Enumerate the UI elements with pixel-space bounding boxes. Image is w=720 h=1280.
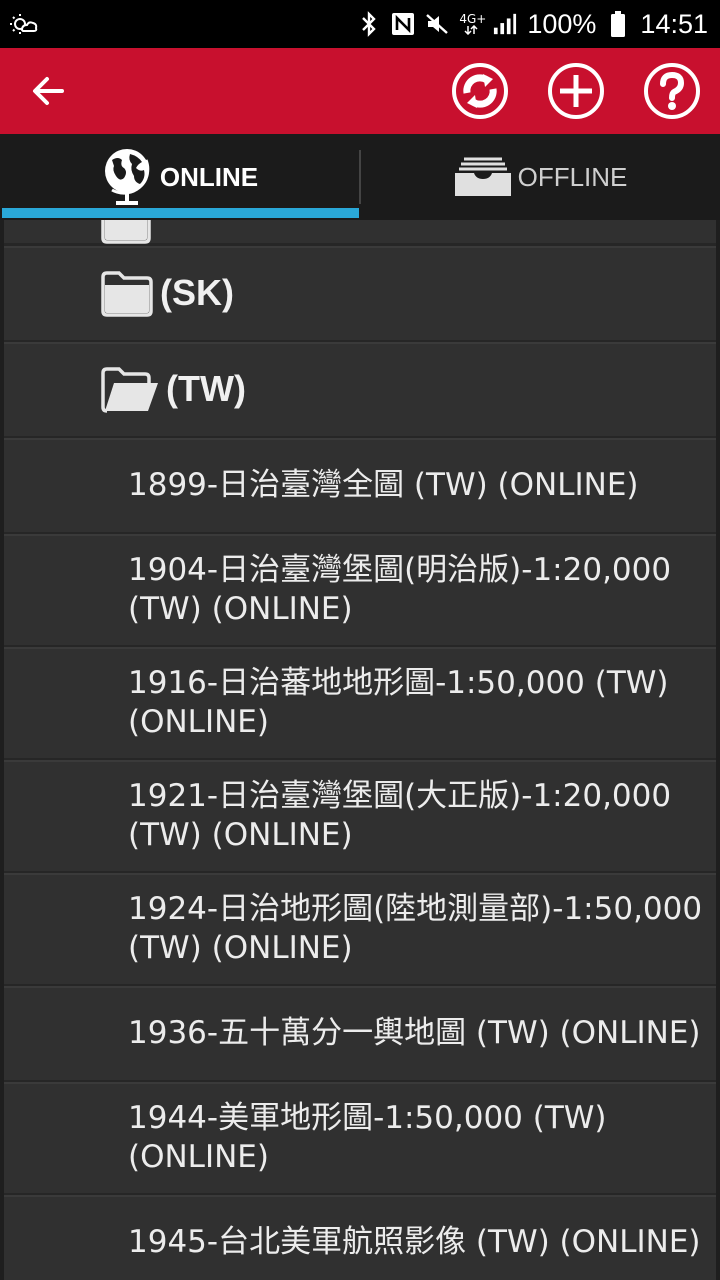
- map-item-label: 1916-日治蕃地地形圖-1:50,000 (TW) (ONLINE): [128, 664, 669, 740]
- map-item-label: 1936-五十萬分一輿地圖 (TW) (ONLINE): [128, 1014, 701, 1051]
- folder-item-sk[interactable]: (SK): [4, 246, 716, 343]
- tab-offline-label: OFFLINE: [517, 161, 628, 192]
- folder-closed-icon: [101, 271, 153, 317]
- map-item-label: 1904-日治臺灣堡圖(明治版)-1:20,000 (TW) (ONLINE): [128, 551, 672, 627]
- refresh-swap-icon: [452, 63, 508, 119]
- clock: 14:51: [640, 8, 708, 39]
- map-item[interactable]: 1944-美軍地形圖-1:50,000 (TW) (ONLINE): [4, 1082, 716, 1196]
- map-item-label: 1924-日治地形圖(陸地測量部)-1:50,000 (TW) (ONLINE): [128, 890, 703, 966]
- arrow-left-icon: [33, 77, 64, 105]
- battery-percent: 100%: [527, 8, 597, 39]
- add-button[interactable]: [547, 62, 605, 120]
- app-toolbar: [0, 48, 720, 134]
- folder-closed-icon: [101, 220, 151, 244]
- back-button[interactable]: [28, 68, 84, 114]
- network-type: 4G+: [459, 12, 487, 26]
- sync-button[interactable]: [451, 62, 509, 120]
- tab-online-label: ONLINE: [159, 161, 259, 192]
- map-item-label: 1921-日治臺灣堡圖(大正版)-1:20,000 (TW) (ONLINE): [128, 777, 672, 853]
- map-item-label: 1899-日治臺灣全圖 (TW) (ONLINE): [128, 466, 639, 503]
- tray-stack-icon: [454, 157, 511, 196]
- help-button[interactable]: [643, 62, 701, 120]
- map-item[interactable]: 1904-日治臺灣堡圖(明治版)-1:20,000 (TW) (ONLINE): [4, 534, 716, 648]
- question-circle-icon: [644, 63, 700, 119]
- mute-icon: [425, 10, 449, 38]
- map-item[interactable]: 1936-五十萬分一輿地圖 (TW) (ONLINE): [4, 986, 716, 1083]
- map-source-list: (SK) (TW) 1899-日治臺灣全圖 (TW) (ONLINE) 1904…: [0, 220, 720, 1280]
- tab-offline[interactable]: OFFLINE: [361, 134, 720, 220]
- signal-icon: [493, 10, 517, 38]
- folder-item-tw[interactable]: (TW): [4, 342, 716, 439]
- status-bar: 4G+ 100% 14:51: [0, 0, 720, 48]
- map-item[interactable]: 1916-日治蕃地地形圖-1:50,000 (TW) (ONLINE): [4, 647, 716, 761]
- weather-icon: [10, 10, 38, 38]
- map-item-label: 1944-美軍地形圖-1:50,000 (TW) (ONLINE): [128, 1099, 607, 1175]
- battery-icon: [606, 10, 630, 38]
- plus-circle-icon: [548, 63, 604, 119]
- map-item[interactable]: 1924-日治地形圖(陸地測量部)-1:50,000 (TW) (ONLINE): [4, 873, 716, 987]
- folder-open-icon: [101, 367, 158, 413]
- selected-tab-indicator: [2, 208, 359, 218]
- nfc-icon: [391, 10, 415, 38]
- folder-label: (SK): [160, 272, 234, 313]
- map-item[interactable]: 1899-日治臺灣全圖 (TW) (ONLINE): [4, 438, 716, 535]
- bluetooth-icon: [357, 10, 381, 38]
- network-indicator: 4G+: [459, 10, 487, 38]
- map-item[interactable]: 1945-台北美軍航照影像 (TW) (ONLINE): [4, 1195, 716, 1280]
- globe-icon: [104, 149, 150, 205]
- list-item-partial-folder[interactable]: [4, 220, 716, 246]
- folder-label: (TW): [166, 368, 246, 409]
- map-item-label: 1945-台北美軍航照影像 (TW) (ONLINE): [128, 1224, 701, 1260]
- tab-bar: ONLINE OFFLINE: [0, 134, 720, 220]
- map-item[interactable]: 1921-日治臺灣堡圖(大正版)-1:20,000 (TW) (ONLINE): [4, 760, 716, 874]
